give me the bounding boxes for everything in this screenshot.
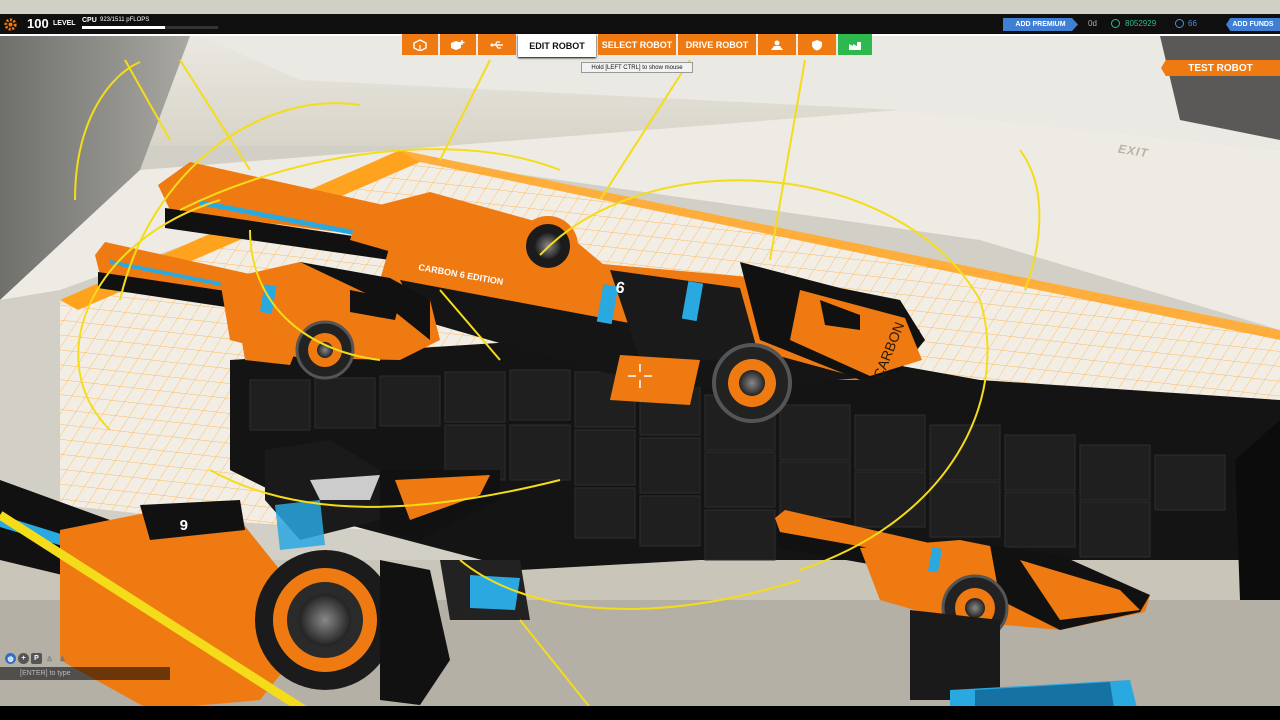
- factory-icon: [849, 41, 861, 50]
- cpu-label: CPU: [82, 17, 97, 24]
- robits-icon: [1111, 19, 1120, 28]
- chat-input-hint[interactable]: [ENTER] to type: [0, 667, 170, 680]
- premium-days: 0d: [1088, 19, 1097, 28]
- edit-robot-tab[interactable]: EDIT ROBOT: [518, 34, 596, 57]
- cpu-bar: [82, 26, 218, 29]
- drive-robot-tab[interactable]: DRIVE ROBOT: [678, 34, 756, 55]
- person-icon[interactable]: ♙: [44, 653, 55, 664]
- cpu-value: 923/1511 pFLOPS: [100, 17, 150, 23]
- cpu-bar-fill: [82, 26, 165, 29]
- nav-profile-button[interactable]: [758, 34, 796, 55]
- party-icon[interactable]: P: [31, 653, 42, 664]
- add-premium-button[interactable]: ADD PREMIUM: [1003, 18, 1078, 31]
- chat-channel-icons: ◍ + P ♙ ♟: [5, 653, 68, 664]
- bottom-bar: [0, 706, 1280, 720]
- nav-add-cube-button[interactable]: [440, 34, 476, 55]
- usb-icon: [490, 40, 503, 49]
- cosmetic-credits-balance: 66: [1188, 19, 1197, 28]
- settings-icon[interactable]: ♟: [57, 653, 68, 664]
- nav-factory-button[interactable]: [838, 34, 872, 55]
- globe-icon[interactable]: ◍: [5, 653, 16, 664]
- cosmetic-credits-icon: [1175, 19, 1184, 28]
- test-robot-button[interactable]: TEST ROBOT: [1161, 60, 1280, 76]
- settings-gear-icon[interactable]: [3, 17, 18, 32]
- player-level: 100: [27, 16, 49, 31]
- level-label: LEVEL: [53, 20, 76, 27]
- cube-icon: [413, 38, 427, 51]
- user-profile-icon: [771, 40, 783, 50]
- cube-plus-icon: [451, 39, 465, 50]
- foreground-weapon-tier: 6: [180, 516, 188, 533]
- nav-clan-button[interactable]: [798, 34, 836, 55]
- add-funds-button[interactable]: ADD FUNDS: [1226, 18, 1280, 31]
- shield-icon: [812, 39, 822, 50]
- mouse-hint-tooltip: Hold [LEFT CTRL] to show mouse: [581, 62, 693, 73]
- select-robot-tab[interactable]: SELECT ROBOT: [598, 34, 676, 55]
- robits-balance: 8052929: [1125, 19, 1157, 28]
- game-viewport[interactable]: CARBON 6 EDITION 6 CARBON 6: [0, 0, 1280, 720]
- plus-icon[interactable]: +: [18, 653, 29, 664]
- nav-connect-button[interactable]: [478, 34, 516, 55]
- nav-cubes-button[interactable]: [402, 34, 438, 55]
